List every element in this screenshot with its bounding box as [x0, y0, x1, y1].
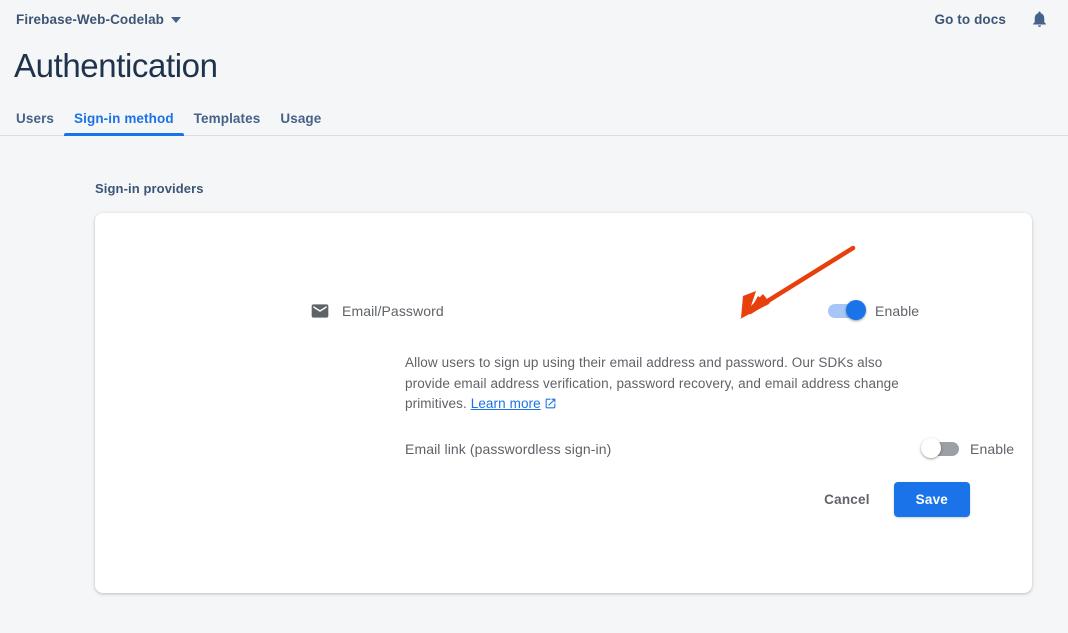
project-selector[interactable]: Firebase-Web-Codelab [14, 9, 183, 30]
email-link-toggle-group: Enable [923, 441, 1014, 457]
chevron-down-icon [171, 17, 181, 23]
main-content: Sign-in providers Email/Password Enable … [0, 181, 1068, 196]
page-title: Authentication [14, 42, 1068, 90]
provider-label-group: Email/Password [310, 301, 444, 321]
toggle-knob [921, 438, 941, 458]
provider-name-email-link: Email link (passwordless sign-in) [405, 441, 611, 457]
tab-bar: Users Sign-in method Templates Usage [0, 102, 1068, 136]
cancel-button[interactable]: Cancel [810, 483, 883, 516]
external-link-icon [544, 396, 557, 417]
tab-usage[interactable]: Usage [270, 111, 331, 135]
provider-row-email-password: Email/Password Enable [310, 301, 972, 321]
provider-name-email-password: Email/Password [342, 303, 444, 319]
bell-icon [1030, 9, 1049, 29]
top-bar: Firebase-Web-Codelab Go to docs [0, 0, 1068, 38]
email-password-toggle-group: Enable [828, 303, 919, 319]
email-link-enable-toggle[interactable] [923, 442, 959, 456]
toggle-knob [846, 300, 866, 320]
card-actions: Cancel Save [810, 482, 970, 517]
page-header: Authentication [0, 38, 1068, 90]
top-bar-right-group: Go to docs [935, 6, 1053, 32]
tab-sign-in-method[interactable]: Sign-in method [64, 111, 184, 135]
go-to-docs-link[interactable]: Go to docs [935, 12, 1007, 27]
provider-row-email-link: Email link (passwordless sign-in) Enable [405, 441, 972, 457]
mail-icon [310, 301, 330, 321]
project-name-label: Firebase-Web-Codelab [16, 12, 164, 27]
tab-users[interactable]: Users [14, 111, 64, 135]
notifications-button[interactable] [1026, 6, 1052, 32]
learn-more-link[interactable]: Learn more [471, 396, 541, 411]
email-password-enable-toggle[interactable] [828, 304, 864, 318]
save-button[interactable]: Save [894, 482, 970, 517]
section-title-sign-in-providers: Sign-in providers [95, 181, 1068, 196]
sign-in-providers-card: Email/Password Enable Allow users to sig… [95, 213, 1032, 593]
email-link-enable-label: Enable [970, 441, 1014, 457]
tab-templates[interactable]: Templates [184, 111, 271, 135]
email-password-description: Allow users to sign up using their email… [405, 353, 915, 417]
email-password-enable-label: Enable [875, 303, 919, 319]
